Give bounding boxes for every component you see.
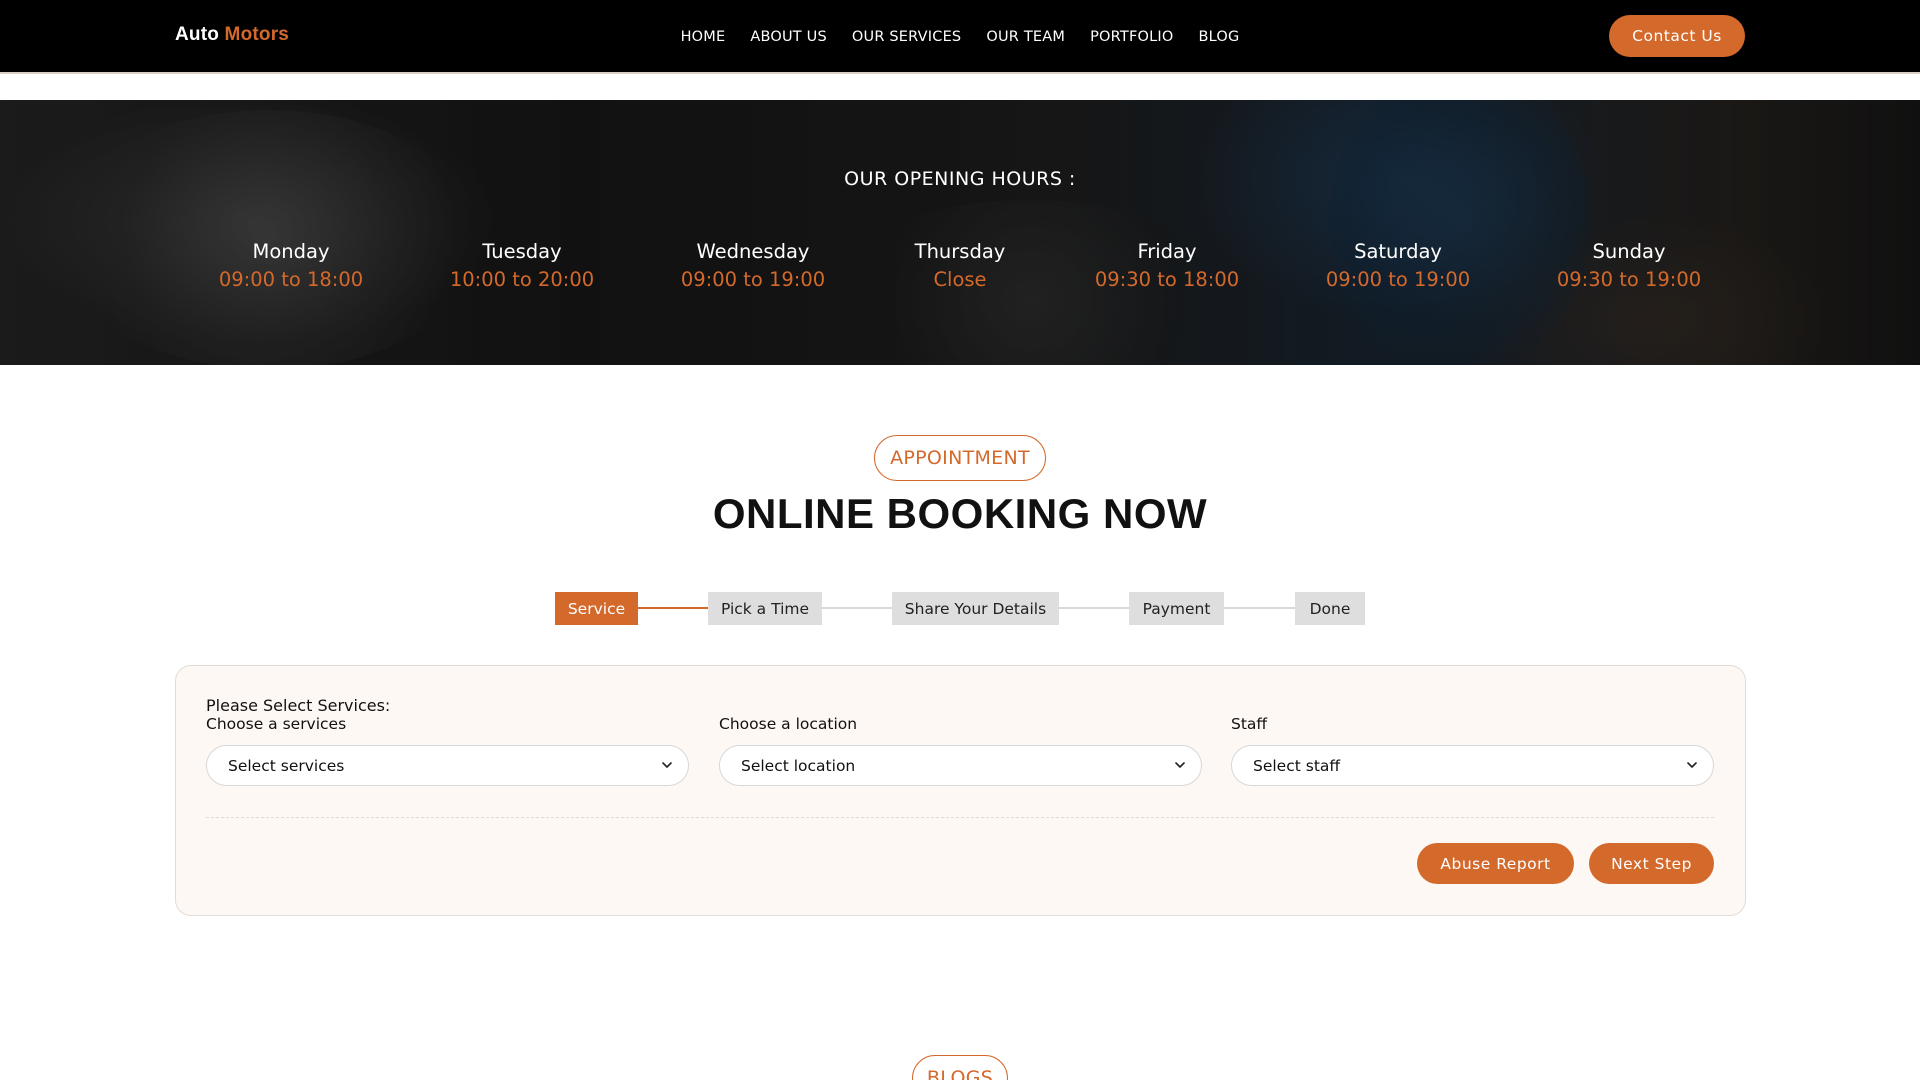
step-connector — [1059, 607, 1129, 609]
day-hours: 09:00 to 19:00 — [680, 268, 826, 291]
step-payment[interactable]: Payment — [1129, 592, 1224, 625]
chevron-down-icon — [1687, 762, 1697, 768]
banner-overlay — [0, 100, 1920, 365]
step-connector — [638, 607, 708, 609]
form-divider — [206, 817, 1714, 818]
day-name: Tuesday — [482, 240, 562, 263]
service-select-value: Select services — [228, 757, 345, 775]
nav-about-us[interactable]: ABOUT US — [750, 29, 827, 45]
nav-our-team[interactable]: OUR TEAM — [986, 29, 1065, 45]
location-field-label: Choose a location — [719, 715, 858, 733]
nav-portfolio[interactable]: PORTFOLIO — [1090, 29, 1173, 45]
blogs-badge: BLOGS — [912, 1055, 1008, 1080]
opening-hours-banner — [0, 100, 1920, 365]
hours-saturday: Saturday 09:00 to 19:00 — [1298, 240, 1498, 291]
day-name: Friday — [1137, 240, 1197, 263]
day-hours: 09:30 to 18:00 — [1094, 268, 1240, 291]
day-hours: 10:00 to 20:00 — [449, 268, 595, 291]
step-done[interactable]: Done — [1295, 592, 1365, 625]
day-name: Sunday — [1592, 240, 1666, 263]
day-hours: 09:00 to 18:00 — [218, 268, 364, 291]
nav-home[interactable]: HOME — [681, 29, 726, 45]
day-name: Wednesday — [696, 240, 810, 263]
day-name: Saturday — [1354, 240, 1442, 263]
opening-hours-title: OUR OPENING HOURS : — [844, 168, 1076, 190]
abuse-report-button[interactable]: Abuse Report — [1417, 843, 1574, 884]
nav-blog[interactable]: BLOG — [1198, 29, 1239, 45]
next-step-button[interactable]: Next Step — [1589, 843, 1714, 884]
chevron-down-icon — [1175, 762, 1185, 768]
location-select[interactable]: Select location — [719, 745, 1202, 786]
hours-friday: Friday 09:30 to 18:00 — [1067, 240, 1267, 291]
service-select[interactable]: Select services — [206, 745, 689, 786]
nav-our-services[interactable]: OUR SERVICES — [852, 29, 961, 45]
step-connector — [822, 607, 892, 609]
service-field-label: Choose a services — [206, 715, 347, 733]
day-hours: Close — [933, 268, 987, 291]
chevron-down-icon — [662, 762, 672, 768]
day-hours: 09:30 to 19:00 — [1556, 268, 1702, 291]
appointment-badge: APPOINTMENT — [874, 435, 1046, 481]
step-share-your-details[interactable]: Share Your Details — [892, 592, 1059, 625]
navbar: Auto Motors HOME ABOUT US OUR SERVICES O… — [0, 0, 1920, 72]
hours-thursday: Thursday Close — [860, 240, 1060, 291]
contact-us-button[interactable]: Contact Us — [1609, 15, 1745, 57]
step-service[interactable]: Service — [555, 592, 638, 625]
booking-heading: ONLINE BOOKING NOW — [712, 490, 1208, 537]
staff-field-label: Staff — [1231, 715, 1268, 733]
staff-select[interactable]: Select staff — [1231, 745, 1714, 786]
hours-sunday: Sunday 09:30 to 19:00 — [1529, 240, 1729, 291]
hours-monday: Monday 09:00 to 18:00 — [191, 240, 391, 291]
step-connector — [1224, 607, 1295, 609]
staff-select-value: Select staff — [1253, 757, 1341, 775]
step-pick-a-time[interactable]: Pick a Time — [708, 592, 822, 625]
navbar-bottom-strip — [0, 72, 1920, 100]
day-hours: 09:00 to 19:00 — [1325, 268, 1471, 291]
day-name: Monday — [252, 240, 330, 263]
location-select-value: Select location — [741, 757, 856, 775]
form-heading: Please Select Services: — [206, 696, 391, 715]
hours-wednesday: Wednesday 09:00 to 19:00 — [653, 240, 853, 291]
hours-tuesday: Tuesday 10:00 to 20:00 — [422, 240, 622, 291]
day-name: Thursday — [914, 240, 1006, 263]
